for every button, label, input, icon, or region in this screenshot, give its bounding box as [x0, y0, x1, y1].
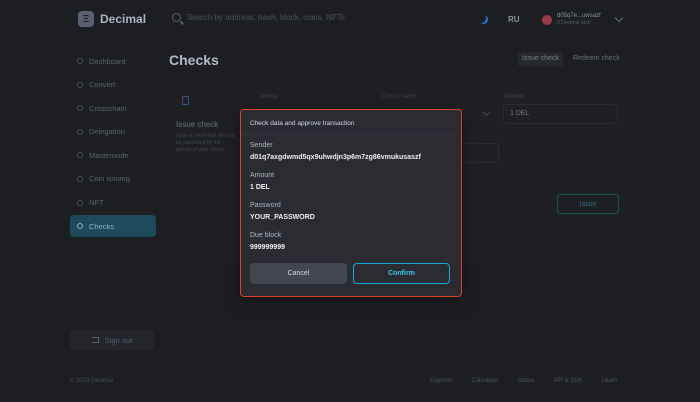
sidebar-item-label: Coin issuing	[89, 174, 130, 184]
sidebar-item-dashboard[interactable]: Dashboard	[70, 50, 156, 72]
decimal-logo-icon: Ξ	[78, 11, 94, 27]
sender-label: Sender	[250, 142, 273, 149]
convert-icon	[77, 81, 83, 88]
cancel-button[interactable]: Cancel	[250, 263, 347, 284]
modal-divider	[241, 134, 461, 135]
account-address: d05q7e...uwsazf	[557, 13, 601, 19]
tab-redeem-check[interactable]: Redeem check	[573, 55, 620, 62]
delegation-icon	[77, 128, 83, 135]
sidebar-item-label: Checks	[89, 221, 115, 231]
language-switcher[interactable]: RU	[508, 15, 520, 24]
coin-label: Coin to send	[382, 94, 416, 100]
sidebar-item-label: NFT	[89, 198, 104, 208]
sidebar-item-delegation[interactable]: Delegation	[70, 121, 156, 143]
coin-icon	[77, 175, 83, 182]
theme-toggle-icon[interactable]	[479, 15, 488, 24]
sidebar-item-label: Crosschain	[89, 103, 127, 113]
due-block-value: 999999999	[250, 244, 286, 251]
footer-link-learn[interactable]: Learn	[602, 378, 617, 384]
footer-link-status[interactable]: Status	[517, 378, 534, 384]
issue-button[interactable]: Issue	[557, 194, 619, 214]
avatar	[542, 14, 552, 25]
checks-icon	[77, 223, 83, 230]
footer-links: Explorer Calculator Status API & SDK Lea…	[430, 378, 636, 384]
nonce-label: Nonce	[260, 94, 278, 100]
sidebar: Dashboard Convert Crosschain Delegation …	[70, 50, 156, 239]
sidebar-item-convert[interactable]: Convert	[70, 74, 156, 96]
sidebar-item-label: Masternode	[89, 150, 129, 160]
search-icon	[172, 13, 181, 22]
password-label: Password	[250, 202, 281, 209]
sidebar-item-label: Dashboard	[89, 56, 126, 66]
account-balance: 0 Decimal (dol)	[557, 20, 591, 26]
dashboard-icon	[77, 58, 83, 64]
amount-value: 1 DEL	[250, 184, 270, 191]
password-value: YOUR_PASSWORD	[250, 214, 315, 221]
app-name: Decimal	[100, 12, 147, 26]
account-info: d05q7e...uwsazf 0 Decimal (dol)	[557, 13, 601, 26]
tab-issue-check[interactable]: Issue check	[518, 52, 563, 67]
page-title: Checks	[169, 52, 219, 68]
amount-label: Amount	[504, 94, 525, 100]
issue-check-description: Issue a check that will only be redeemed…	[176, 133, 236, 153]
approve-transaction-modal: Check data and approve transaction Sende…	[240, 109, 462, 297]
issue-check-heading: Issue check	[176, 120, 219, 129]
search-input[interactable]	[187, 13, 427, 22]
search-bar[interactable]	[172, 13, 442, 22]
due-block-label: Due block	[250, 232, 282, 239]
masternode-icon	[77, 152, 83, 159]
sign-out-button[interactable]: Sign out	[70, 330, 154, 350]
footer-link-explorer[interactable]: Explorer	[430, 378, 452, 384]
sidebar-item-label: Delegation	[89, 127, 125, 137]
sidebar-item-masternode[interactable]: Masternode	[70, 144, 156, 166]
nft-icon	[77, 199, 83, 206]
amount-field[interactable]: 1 DEL	[503, 104, 618, 124]
sender-value: d01q7axgdwmd5qx9uhwdjn3p6m7zg86vmukusasz…	[250, 154, 421, 161]
password-field[interactable]	[459, 143, 499, 163]
app-logo[interactable]: Ξ Decimal	[78, 11, 146, 27]
sidebar-item-nft[interactable]: NFT	[70, 192, 156, 214]
sign-out-icon	[91, 337, 99, 343]
account-menu[interactable]: d05q7e...uwsazf 0 Decimal (dol)	[542, 13, 601, 26]
modal-title: Check data and approve transaction	[250, 120, 355, 127]
footer-link-api-sdk[interactable]: API & SDK	[553, 378, 582, 384]
check-document-icon	[182, 96, 189, 105]
amount-label: Amount	[250, 172, 275, 179]
crosschain-icon	[77, 105, 83, 112]
confirm-button[interactable]: Confirm	[353, 263, 450, 284]
sidebar-item-label: Convert	[89, 80, 116, 90]
copyright: © 2023 Decimal	[70, 378, 113, 384]
sidebar-item-checks[interactable]: Checks	[70, 215, 156, 238]
sidebar-item-coin-issuing[interactable]: Coin issuing	[70, 168, 156, 190]
chevron-down-icon[interactable]	[614, 13, 624, 23]
top-header: Ξ Decimal RU d05q7e...uwsazf 0 Decimal (…	[0, 0, 700, 40]
sign-out-label: Sign out	[104, 335, 133, 345]
sidebar-item-crosschain[interactable]: Crosschain	[70, 97, 156, 119]
footer-link-calculator[interactable]: Calculator	[471, 378, 498, 384]
